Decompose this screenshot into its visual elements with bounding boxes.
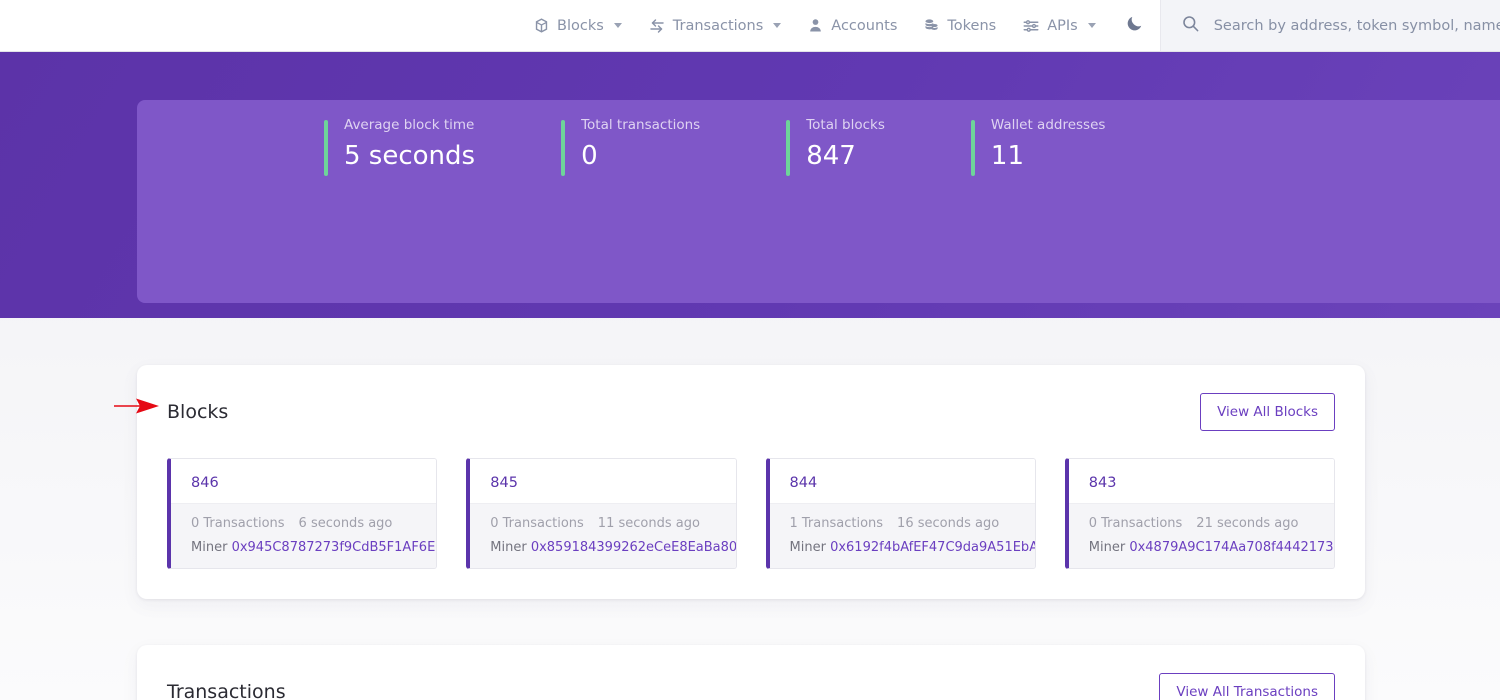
chevron-down-icon [1087,23,1096,28]
block-miner-label: Miner [789,540,826,555]
block-transactions-count: 0 Transactions [1088,516,1183,531]
stats-row: Average block time 5 seconds Total trans… [324,117,1191,176]
block-transactions-count: 0 Transactions [490,516,584,531]
header-left-spacer [0,0,520,51]
block-age: 16 seconds ago [897,516,1000,531]
stat-value: 5 seconds [344,141,476,171]
main-nav: Blocks Transactions Accounts Tokens APIs [520,0,1160,51]
blocks-panel-title: Blocks [167,401,229,423]
chevron-down-icon [613,23,622,28]
block-card[interactable]: 844 1 Transactions 16 seconds ago Miner … [765,458,1036,569]
block-card-body: 1 Transactions 16 seconds ago Miner 0x61… [769,503,1035,568]
block-age: 6 seconds ago [298,516,393,531]
nav-item-accounts[interactable]: Accounts [794,0,910,51]
cube-icon [533,17,550,34]
block-miner-label: Miner [191,540,228,555]
stat-accent-bar [561,120,566,176]
person-icon [807,17,824,34]
transactions-panel-title: Transactions [167,681,286,700]
view-all-blocks-button[interactable]: View All Blocks [1200,393,1335,431]
stat-label: Total blocks [806,117,885,133]
nav-label-accounts: Accounts [831,17,898,34]
block-miner: Miner 0x6192f4bAfEF47C9da9A51EbAc... [790,540,1035,555]
moon-icon [1125,14,1144,37]
dark-mode-toggle[interactable] [1109,0,1160,51]
block-card-body: 0 Transactions 6 seconds ago Miner 0x945… [171,503,437,568]
block-miner: Miner 0x859184399262eCeE8EaBa8092... [490,540,735,555]
block-age: 11 seconds ago [597,516,700,531]
stat-label: Total transactions [581,117,701,133]
search-input[interactable] [1213,0,1500,51]
block-age: 21 seconds ago [1196,516,1299,531]
block-card-top: 845 [470,459,736,503]
block-card[interactable]: 845 0 Transactions 11 seconds ago Miner … [466,458,737,569]
block-miner: Miner 0x4879A9C174Aa708f4442173c... [1089,540,1334,555]
nav-label-blocks: Blocks [557,17,604,34]
block-transactions-count: 1 Transactions [789,516,884,531]
nav-label-tokens: Tokens [947,17,997,34]
stat-label: Wallet addresses [990,117,1106,133]
stat-value: 0 [581,141,598,171]
transactions-arrows-icon [648,17,666,35]
block-miner-address[interactable]: 0x4879A9C174Aa708f4442173c... [1129,540,1334,555]
block-card-top: 846 [171,459,437,503]
stat-average-block-time: Average block time 5 seconds [324,117,561,176]
stat-wallet-addresses: Wallet addresses 11 [970,117,1192,176]
stat-total-transactions: Total transactions 0 [561,117,786,176]
block-meta: 0 Transactions 21 seconds ago [1089,516,1334,531]
nav-label-apis: APIs [1047,17,1078,34]
hero-banner: Average block time 5 seconds Total trans… [0,52,1500,318]
nav-item-tokens[interactable]: Tokens [910,0,1009,51]
block-card-body: 0 Transactions 11 seconds ago Miner 0x85… [470,503,736,568]
block-number[interactable]: 845 [490,475,518,491]
block-miner-label: Miner [1088,540,1126,555]
block-meta: 0 Transactions 11 seconds ago [490,516,735,531]
block-card-top: 844 [769,459,1035,503]
view-all-transactions-button[interactable]: View All Transactions [1159,673,1335,700]
block-meta: 1 Transactions 16 seconds ago [790,516,1035,531]
nav-item-apis[interactable]: APIs [1009,0,1109,51]
stat-value: 847 [806,141,856,171]
page-root: Blocks Transactions Accounts Tokens APIs… [0,0,1500,700]
nav-label-transactions: Transactions [672,17,764,34]
chevron-down-icon [773,23,782,28]
stat-accent-bar [324,120,328,176]
nav-item-transactions[interactable]: Transactions [635,0,795,51]
search-icon [1181,14,1200,37]
block-number[interactable]: 843 [1089,475,1117,491]
stat-total-blocks: Total blocks 847 [786,117,971,176]
nav-item-blocks[interactable]: Blocks [520,0,635,51]
block-card[interactable]: 843 0 Transactions 21 seconds ago Miner … [1064,458,1335,569]
stat-accent-bar [786,120,791,176]
block-number[interactable]: 846 [191,475,219,491]
stat-accent-bar [970,120,975,176]
block-miner-address[interactable]: 0x6192f4bAfEF47C9da9A51EbAc... [830,540,1035,555]
block-cards-list: 846 0 Transactions 6 seconds ago Miner 0… [137,431,1365,569]
stat-label: Average block time [344,117,475,133]
search-bar[interactable] [1159,0,1500,51]
block-card[interactable]: 846 0 Transactions 6 seconds ago Miner 0… [167,458,438,569]
block-miner: Miner 0x945C8787273f9CdB5F1AF6E2... [191,540,436,555]
top-header: Blocks Transactions Accounts Tokens APIs… [0,0,1500,52]
block-miner-address[interactable]: 0x859184399262eCeE8EaBa8092... [531,540,736,555]
block-number[interactable]: 844 [790,475,818,491]
transactions-panel-header: Transactions View All Transactions [137,645,1365,700]
block-card-body: 0 Transactions 21 seconds ago Miner 0x48… [1068,503,1334,568]
block-meta: 0 Transactions 6 seconds ago [191,516,436,531]
block-transactions-count: 0 Transactions [191,516,285,531]
blocks-panel-header: Blocks View All Blocks [137,365,1365,431]
transactions-panel: Transactions View All Transactions [137,645,1365,700]
block-miner-address[interactable]: 0x945C8787273f9CdB5F1AF6E2... [232,540,437,555]
blocks-panel: Blocks View All Blocks 846 0 Transaction… [137,365,1365,599]
stat-value: 11 [990,141,1024,171]
sliders-icon [1022,17,1040,35]
block-card-top: 843 [1068,459,1334,503]
block-miner-label: Miner [490,540,527,555]
coins-icon [923,17,940,34]
